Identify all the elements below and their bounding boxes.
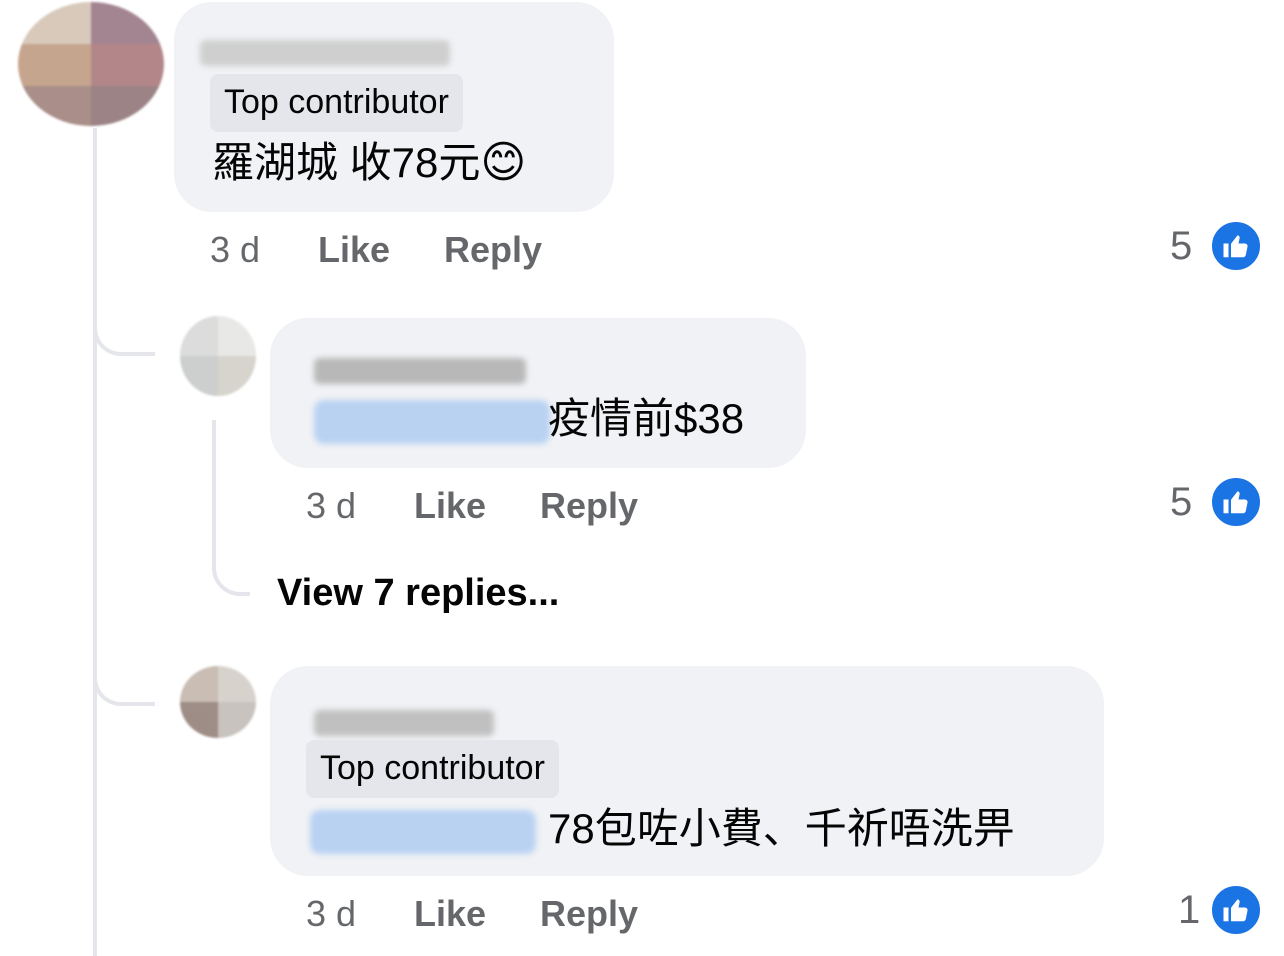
- comment-text-body: 羅湖城 收78元: [212, 139, 481, 186]
- top-contributor-badge: Top contributor: [306, 740, 559, 798]
- avatar[interactable]: [180, 666, 256, 738]
- author-name-redacted[interactable]: [200, 40, 450, 66]
- thumbs-up-icon[interactable]: [1210, 884, 1262, 936]
- reaction-count[interactable]: 5: [1170, 478, 1192, 526]
- like-button[interactable]: Like: [414, 892, 486, 936]
- reply-button[interactable]: Reply: [540, 892, 638, 936]
- thread-connector-reply-2: [93, 640, 155, 706]
- author-name-redacted[interactable]: [314, 710, 494, 736]
- smiling-face-emoji-icon: 😊: [480, 138, 527, 187]
- reaction-count[interactable]: 1: [1178, 886, 1200, 934]
- mention-redacted[interactable]: [314, 400, 550, 444]
- like-button[interactable]: Like: [414, 484, 486, 528]
- author-name-redacted[interactable]: [314, 358, 526, 384]
- mention-redacted[interactable]: [310, 810, 536, 854]
- thumbs-up-icon[interactable]: [1210, 220, 1262, 272]
- reaction-count[interactable]: 5: [1170, 222, 1192, 270]
- view-more-replies-link[interactable]: View 7 replies...: [277, 570, 559, 616]
- comment-text: 78包咗小費、千祈唔洗畀: [548, 805, 1015, 852]
- thread-line-main: [93, 128, 97, 956]
- avatar[interactable]: [18, 2, 164, 126]
- comment-bubble: 疫情前$38: [270, 318, 806, 468]
- reply-button[interactable]: Reply: [540, 484, 638, 528]
- reply-button[interactable]: Reply: [444, 228, 542, 272]
- comment-bubble: Top contributor 78包咗小費、千祈唔洗畀: [270, 666, 1104, 876]
- comment-timestamp[interactable]: 3 d: [306, 892, 356, 936]
- top-contributor-badge: Top contributor: [210, 74, 463, 132]
- avatar[interactable]: [180, 316, 256, 396]
- thread-connector-view-replies: [212, 540, 250, 596]
- comment-text: 疫情前$38: [548, 395, 745, 442]
- thread-connector-reply-1: [93, 300, 155, 356]
- thread-line-nested: [212, 420, 216, 560]
- comment-bubble: Top contributor 羅湖城 收78元😊: [174, 2, 614, 212]
- comment-timestamp[interactable]: 3 d: [210, 228, 260, 272]
- comment-text: 羅湖城 收78元😊: [212, 136, 526, 190]
- comment-timestamp[interactable]: 3 d: [306, 484, 356, 528]
- like-button[interactable]: Like: [318, 228, 390, 272]
- thumbs-up-icon[interactable]: [1210, 476, 1262, 528]
